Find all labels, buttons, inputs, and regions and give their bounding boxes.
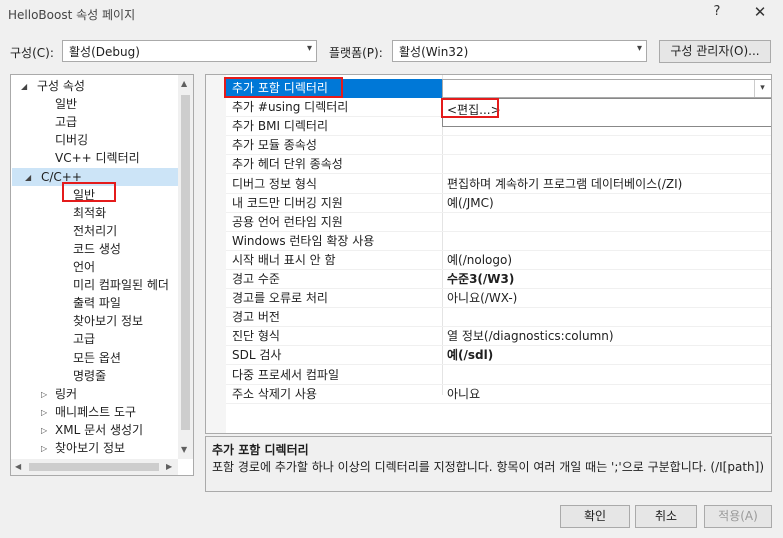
property-value[interactable]: 열 정보(/diagnostics:column) [447, 327, 614, 346]
property-name: 추가 모듈 종속성 [232, 138, 317, 153]
config-label: 구성(C): [10, 46, 54, 60]
tree-vertical-thumb[interactable] [181, 95, 190, 430]
tree-vertical-scrollbar[interactable]: ▲ ▼ [178, 75, 193, 459]
chevron-down-icon[interactable]: ▾ [754, 80, 770, 97]
collapsed-icon[interactable]: ▷ [41, 426, 47, 435]
property-name: 주소 삭제기 사용 [232, 386, 317, 401]
property-row[interactable]: 경고 수준 수준3(/W3) [206, 270, 771, 289]
property-name: 진단 형식 [232, 329, 280, 344]
property-name: 추가 BMI 디렉터리 [232, 119, 328, 134]
property-tree[interactable]: ◢ 구성 속성 일반 고급 디버깅 VC++ 디렉터리 ◢ C/C++ 일반 최적화 전처리기 코드 … [10, 74, 194, 476]
scroll-down-icon[interactable]: ▼ [181, 445, 187, 454]
property-highlight-box [224, 77, 343, 98]
property-row[interactable]: 디버그 정보 형식 편집하며 계속하기 프로그램 데이터베이스(/ZI) [206, 175, 771, 194]
scroll-up-icon[interactable]: ▲ [181, 79, 187, 88]
property-name: 경고를 오류로 처리 [232, 291, 328, 306]
tree-item[interactable]: 고급 [73, 330, 95, 348]
property-value[interactable]: 편집하며 계속하기 프로그램 데이터베이스(/ZI) [447, 175, 682, 194]
description-title: 추가 포함 디렉터리 [212, 443, 309, 457]
property-name: 경고 수준 [232, 272, 280, 286]
property-name: 시작 배너 표시 안 함 [232, 252, 336, 267]
property-name: 내 코드만 디버깅 지원 [232, 195, 343, 210]
platform-combo[interactable]: 활성(Win32) ▾ [392, 40, 647, 62]
tree-item[interactable]: 명령줄 [73, 367, 106, 385]
chevron-down-icon: ▾ [636, 43, 642, 54]
expanded-icon[interactable]: ◢ [21, 82, 27, 91]
window-title: HelloBoost 속성 페이지 [8, 8, 136, 22]
property-name: 추가 헤더 단위 종속성 [232, 157, 343, 172]
property-row[interactable]: 주소 삭제기 사용 아니요 [206, 385, 771, 404]
scroll-left-icon[interactable]: ◀ [15, 462, 21, 471]
property-row[interactable]: 다중 프로세서 컴파일 [206, 366, 771, 385]
description-panel: 추가 포함 디렉터리 포함 경로에 추가할 하나 이상의 디렉터리를 지정합니다… [205, 436, 772, 492]
property-name: 디버그 정보 형식 [232, 176, 317, 191]
tree-item[interactable]: XML 문서 생성기 [55, 421, 143, 439]
property-row[interactable]: 경고 버전 [206, 308, 771, 327]
tree-item[interactable]: VC++ 디렉터리 [55, 149, 140, 167]
property-name: 경고 버전 [232, 310, 280, 325]
apply-button[interactable]: 적용(A) [704, 505, 772, 528]
property-row[interactable]: 진단 형식 열 정보(/diagnostics:column) [206, 327, 771, 346]
property-grid[interactable]: 추가 포함 디렉터리 추가 #using 디렉터리 추가 BMI 디렉터리 추가 모듈… [205, 74, 772, 434]
config-combo-value: 활성(Debug) [69, 45, 140, 59]
tree-horizontal-thumb[interactable] [29, 463, 159, 471]
collapsed-icon[interactable]: ▷ [41, 390, 47, 399]
help-icon[interactable]: ? [708, 4, 726, 22]
property-row[interactable]: 시작 배너 표시 안 함 예(/nologo) [206, 251, 771, 270]
tree-item[interactable]: 최적화 [73, 204, 106, 222]
platform-label: 플랫폼(P): [329, 46, 383, 60]
collapsed-icon[interactable]: ▷ [41, 408, 47, 417]
expanded-icon[interactable]: ◢ [25, 173, 31, 182]
property-value[interactable]: 아니요 [447, 385, 480, 404]
property-row[interactable]: 추가 모듈 종속성 [206, 136, 771, 155]
config-combo[interactable]: 활성(Debug) ▾ [62, 40, 317, 62]
tree-item[interactable]: 디버깅 [55, 131, 88, 149]
property-value[interactable]: 예(/nologo) [447, 251, 512, 270]
tree-item[interactable]: 일반 [55, 95, 77, 113]
cancel-button[interactable]: 취소 [635, 505, 697, 528]
property-row[interactable]: 추가 헤더 단위 종속성 [206, 155, 771, 174]
close-icon[interactable]: ✕ [750, 3, 770, 23]
tree-item[interactable]: 미리 컴파일된 헤더 [73, 276, 169, 294]
include-dirs-value-combo[interactable] [442, 79, 771, 98]
tree-highlight-box [62, 182, 116, 202]
edit-highlight-box [441, 98, 499, 118]
tree-item[interactable]: 링커 [55, 385, 77, 403]
config-manager-button[interactable]: 구성 관리자(O)... [659, 40, 771, 63]
tree-horizontal-scrollbar[interactable]: ◀ ▶ [11, 459, 178, 475]
tree-item[interactable]: 출력 파일 [73, 294, 121, 312]
tree-item[interactable]: 전처리기 [73, 222, 117, 240]
collapsed-icon[interactable]: ▷ [41, 444, 47, 453]
tree-item[interactable]: 찾아보기 정보 [55, 439, 125, 457]
property-row[interactable]: Windows 런타임 확장 사용 [206, 232, 771, 251]
property-row[interactable]: 경고를 오류로 처리 아니요(/WX-) [206, 289, 771, 308]
property-name: 추가 #using 디렉터리 [232, 100, 349, 115]
tree-item[interactable]: 코드 생성 [73, 240, 121, 258]
property-value[interactable]: 예(/JMC) [447, 194, 494, 213]
property-name: SDL 검사 [232, 348, 282, 363]
property-name: Windows 런타임 확장 사용 [232, 233, 375, 248]
property-value[interactable]: 수준3(/W3) [447, 270, 514, 289]
property-name: 공용 언어 런타임 지원 [232, 214, 343, 229]
platform-combo-value: 활성(Win32) [399, 45, 469, 59]
row-divider [226, 402, 771, 404]
ok-button[interactable]: 확인 [560, 505, 630, 528]
scroll-right-icon[interactable]: ▶ [166, 462, 172, 471]
property-row[interactable]: SDL 검사 예(/sdl) [206, 346, 771, 365]
property-value[interactable]: 예(/sdl) [447, 346, 493, 365]
property-name: 다중 프로세서 컴파일 [232, 367, 339, 382]
description-text: 포함 경로에 추가할 하나 이상의 디렉터리를 지정합니다. 항목이 여러 개일… [212, 460, 765, 474]
chevron-down-icon: ▾ [306, 43, 312, 54]
property-value[interactable]: 아니요(/WX-) [447, 289, 517, 308]
property-row[interactable]: 내 코드만 디버깅 지원 예(/JMC) [206, 194, 771, 213]
tree-item[interactable]: 모든 옵션 [73, 349, 121, 367]
tree-item[interactable]: 구성 속성 [37, 77, 85, 95]
property-row[interactable]: 공용 언어 런타임 지원 [206, 213, 771, 232]
tree-item[interactable]: 매니페스트 도구 [55, 403, 136, 421]
tree-item[interactable]: 언어 [73, 258, 95, 276]
tree-item[interactable]: 고급 [55, 113, 77, 131]
tree-item[interactable]: 찾아보기 정보 [73, 312, 143, 330]
